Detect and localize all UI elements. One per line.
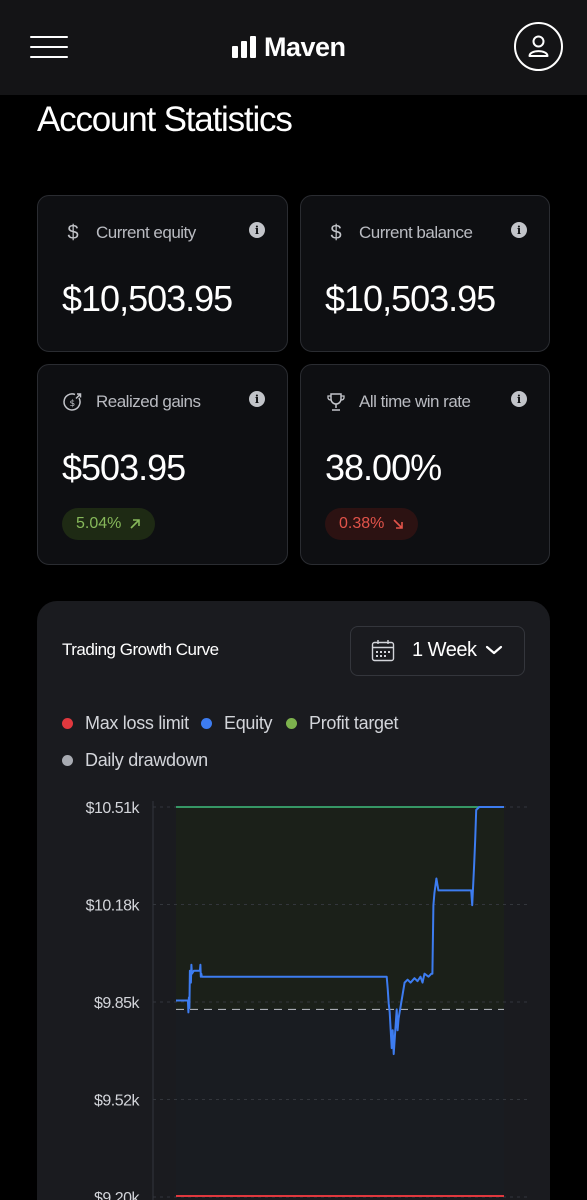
current-equity-card: $ Current equity i $10,503.95: [37, 195, 288, 352]
hamburger-menu-icon[interactable]: [30, 36, 68, 58]
current-balance-label: Current balance: [359, 223, 473, 242]
realized-gains-card: $ Realized gains i $503.95 5.04%: [37, 364, 288, 565]
win-rate-change: 0.38%: [339, 515, 385, 532]
dollar-icon: $: [330, 221, 342, 244]
arrow-up-right-icon: [130, 519, 141, 529]
current-balance-card: $ Current balance i $10,503.95: [300, 195, 550, 352]
info-icon[interactable]: i: [511, 391, 527, 407]
y-axis-tick-label: $10.18k: [86, 898, 141, 915]
profile-button[interactable]: [514, 22, 563, 71]
coin-growth-icon: $: [62, 391, 84, 413]
page-title: Account Statistics: [37, 100, 293, 139]
realized-gains-change-badge: 5.04%: [62, 508, 156, 540]
info-icon[interactable]: i: [249, 222, 265, 238]
top-nav-bar: Maven: [0, 0, 587, 95]
dollar-icon: $: [67, 221, 79, 244]
brand-logo[interactable]: Maven: [232, 30, 346, 64]
win-rate-change-badge: 0.38%: [325, 508, 419, 540]
y-axis-tick-label: $10.51k: [86, 800, 141, 817]
brand-name: Maven: [264, 31, 346, 62]
user-icon: [528, 35, 549, 57]
y-axis-tick-label: $9.85k: [94, 995, 141, 1012]
y-axis-tick-label: $9.20k: [94, 1190, 141, 1200]
win-rate-value: 38.00%: [325, 447, 442, 488]
current-balance-value: $10,503.95: [325, 278, 496, 319]
target-zone: [176, 807, 504, 1010]
current-equity-label: Current equity: [96, 223, 196, 242]
trading-growth-panel: Trading Growth Curve 1 Week Max loss lim…: [37, 601, 550, 1200]
y-axis-tick-label: $9.52k: [94, 1093, 141, 1110]
trophy-icon: [325, 391, 347, 413]
current-equity-value: $10,503.95: [62, 278, 233, 319]
svg-text:$: $: [70, 399, 76, 409]
realized-gains-change: 5.04%: [76, 515, 122, 532]
realized-gains-label: Realized gains: [96, 392, 201, 411]
risk-zone: [176, 1009, 504, 1197]
growth-curve-chart[interactable]: $10.51k $10.18k $9.85k $9.52k $9.20k: [37, 601, 550, 1200]
maven-logo-icon: [232, 36, 256, 58]
arrow-down-right-icon: [393, 519, 404, 529]
win-rate-card: All time win rate i 38.00% 0.38%: [300, 364, 550, 565]
info-icon[interactable]: i: [249, 391, 265, 407]
info-icon[interactable]: i: [511, 222, 527, 238]
win-rate-label: All time win rate: [359, 392, 471, 411]
realized-gains-value: $503.95: [62, 447, 186, 488]
